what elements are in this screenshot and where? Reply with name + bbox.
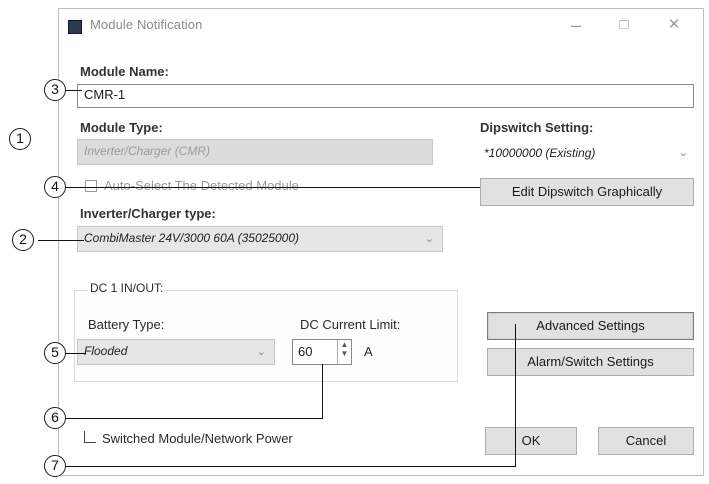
callout-6: 6 bbox=[44, 407, 66, 429]
callout-5-line bbox=[66, 353, 86, 354]
dc-group-title: DC 1 IN/OUT: bbox=[88, 281, 166, 295]
dc-limit-unit: A bbox=[364, 344, 373, 359]
module-type-select: Inverter/Charger (CMR) bbox=[77, 139, 433, 165]
module-name-label: Module Name: bbox=[80, 64, 169, 79]
auto-select-checkbox[interactable] bbox=[85, 180, 97, 192]
dc-group-box bbox=[74, 290, 458, 382]
callout-5: 5 bbox=[44, 342, 66, 364]
module-name-input[interactable]: CMR-1 bbox=[77, 84, 694, 108]
spinner-arrows-icon[interactable]: ▲ ▼ bbox=[337, 340, 351, 364]
dc-limit-stepper[interactable]: 60 ▲ ▼ bbox=[292, 339, 352, 365]
alarm-switch-settings-button[interactable]: Alarm/Switch Settings bbox=[487, 348, 694, 376]
switched-power-label: Switched Module/Network Power bbox=[102, 431, 293, 446]
close-button[interactable]: ✕ bbox=[654, 14, 694, 38]
app-icon bbox=[68, 20, 82, 34]
dipswitch-label: Dipswitch Setting: bbox=[480, 120, 594, 135]
cancel-button[interactable]: Cancel bbox=[598, 427, 694, 455]
callout-1: 1 bbox=[9, 128, 31, 150]
callout-7-line-v bbox=[515, 324, 516, 467]
module-type-value: Inverter/Charger (CMR) bbox=[84, 144, 211, 158]
callout-4-line bbox=[66, 187, 480, 188]
callout-3: 3 bbox=[44, 79, 66, 101]
battery-type-value: Flooded bbox=[84, 344, 128, 358]
callout-7-line-h bbox=[66, 466, 516, 467]
callout-7: 7 bbox=[44, 455, 66, 477]
switched-power-checkbox[interactable] bbox=[84, 431, 96, 443]
dc-limit-label: DC Current Limit: bbox=[300, 317, 401, 332]
callout-2-line bbox=[38, 240, 84, 241]
callout-6-line-v bbox=[322, 364, 323, 419]
inverter-type-select[interactable]: CombiMaster 24V/3000 60A (35025000) ⌄ bbox=[77, 226, 443, 252]
callout-2: 2 bbox=[12, 229, 34, 251]
maximize-button[interactable]: □ bbox=[604, 14, 644, 38]
callout-6-line-h bbox=[66, 418, 323, 419]
inverter-type-label: Inverter/Charger type: bbox=[80, 206, 216, 221]
battery-type-label: Battery Type: bbox=[88, 317, 165, 332]
window-title: Module Notification bbox=[90, 17, 203, 32]
advanced-settings-button[interactable]: Advanced Settings bbox=[487, 312, 694, 340]
chevron-down-icon: ⌄ bbox=[678, 147, 688, 159]
dipswitch-value: *10000000 (Existing) bbox=[484, 146, 596, 160]
dipswitch-select[interactable]: *10000000 (Existing) ⌄ bbox=[477, 141, 695, 167]
minimize-button[interactable]: – bbox=[556, 14, 596, 38]
auto-select-label: Auto-Select The Detected Module bbox=[104, 178, 299, 193]
edit-dipswitch-button[interactable]: Edit Dipswitch Graphically bbox=[480, 178, 694, 206]
chevron-down-icon: ⌄ bbox=[256, 346, 266, 358]
callout-4: 4 bbox=[44, 176, 66, 198]
ok-button[interactable]: OK bbox=[485, 427, 577, 455]
dc-limit-value: 60 bbox=[298, 344, 313, 359]
battery-type-select[interactable]: Flooded ⌄ bbox=[77, 339, 275, 365]
chevron-down-icon: ⌄ bbox=[424, 233, 434, 245]
callout-3-line bbox=[66, 90, 82, 91]
inverter-type-value: CombiMaster 24V/3000 60A (35025000) bbox=[84, 231, 300, 245]
module-type-label: Module Type: bbox=[80, 120, 163, 135]
